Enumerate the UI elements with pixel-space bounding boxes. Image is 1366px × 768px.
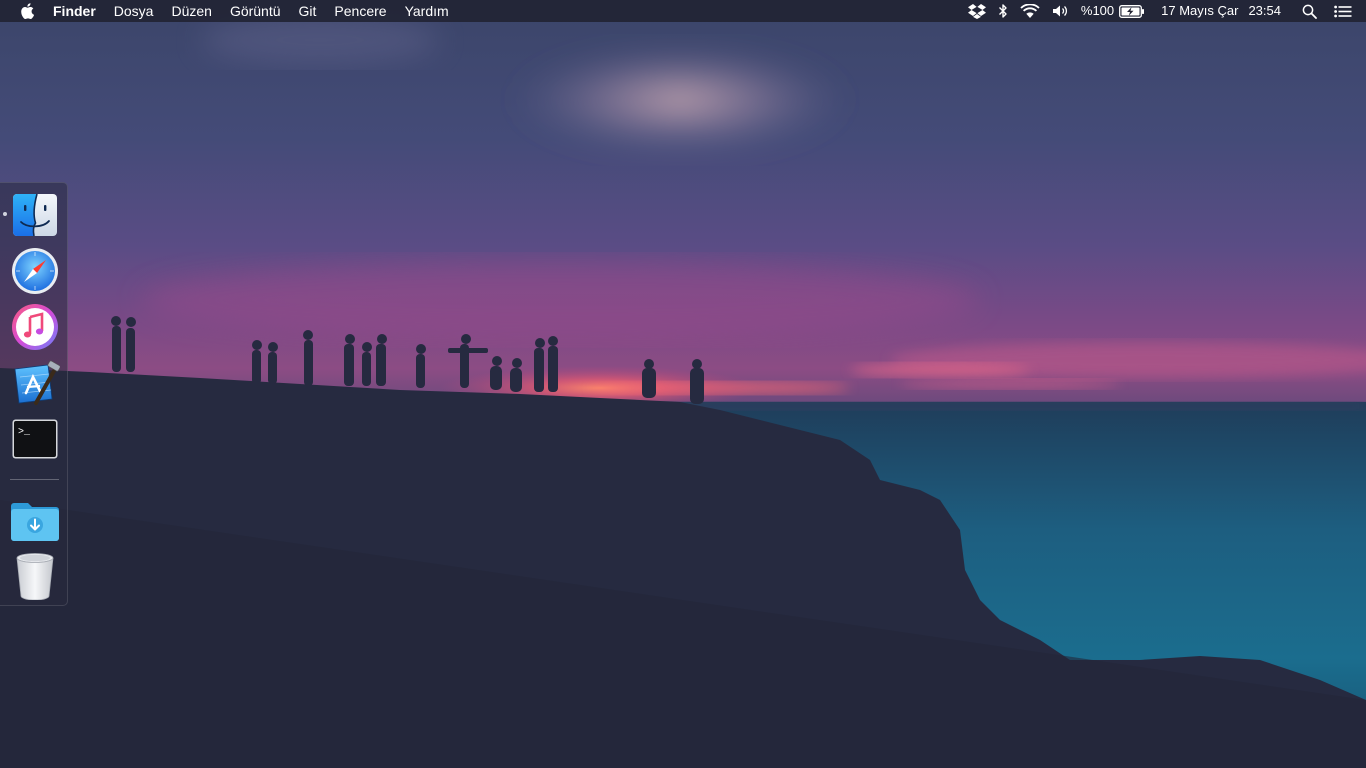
downloads-folder-icon: [11, 503, 59, 541]
menu-git[interactable]: Git: [290, 0, 326, 22]
dock-downloads[interactable]: [10, 496, 60, 546]
dock-terminal[interactable]: >_: [10, 414, 60, 464]
dock-trash[interactable]: [10, 551, 60, 601]
menu-pencere[interactable]: Pencere: [325, 0, 395, 22]
dock-finder[interactable]: [10, 190, 60, 240]
menu-bar: Finder Dosya Düzen Görüntü Git Pencere Y…: [0, 0, 1366, 22]
menu-dosya[interactable]: Dosya: [105, 0, 163, 22]
safari-icon: [12, 248, 58, 294]
spotlight-search-icon[interactable]: [1293, 0, 1326, 22]
itunes-icon: [12, 304, 58, 350]
menu-duzen[interactable]: Düzen: [162, 0, 220, 22]
trash-icon: [16, 553, 54, 600]
menu-finder[interactable]: Finder: [47, 0, 105, 22]
volume-icon[interactable]: [1046, 0, 1076, 22]
desktop-wallpaper: [0, 0, 1366, 768]
menubar-clock[interactable]: 23:54: [1243, 0, 1293, 22]
dropbox-icon[interactable]: [962, 0, 992, 22]
dock-xcode[interactable]: [10, 358, 60, 408]
wifi-icon[interactable]: [1014, 0, 1046, 22]
battery-percent[interactable]: %100: [1076, 0, 1119, 22]
dock-safari[interactable]: [10, 246, 60, 296]
menu-yardim[interactable]: Yardım: [396, 0, 458, 22]
xcode-icon: [14, 360, 60, 405]
bluetooth-icon[interactable]: [992, 0, 1014, 22]
finder-running-indicator: [3, 212, 7, 216]
menubar-date[interactable]: 17 Mayıs Çar: [1151, 0, 1243, 22]
terminal-icon: >_: [12, 419, 58, 459]
dock-itunes[interactable]: [10, 302, 60, 352]
terminal-prompt: >_: [18, 427, 31, 438]
menu-goruntu[interactable]: Görüntü: [221, 0, 290, 22]
finder-icon: [13, 193, 57, 237]
apple-logo-icon[interactable]: [7, 0, 47, 22]
dock-separator: [10, 479, 59, 480]
battery-charging-icon[interactable]: [1119, 0, 1151, 22]
notification-center-icon[interactable]: [1326, 0, 1366, 22]
dock: >_: [0, 182, 68, 606]
